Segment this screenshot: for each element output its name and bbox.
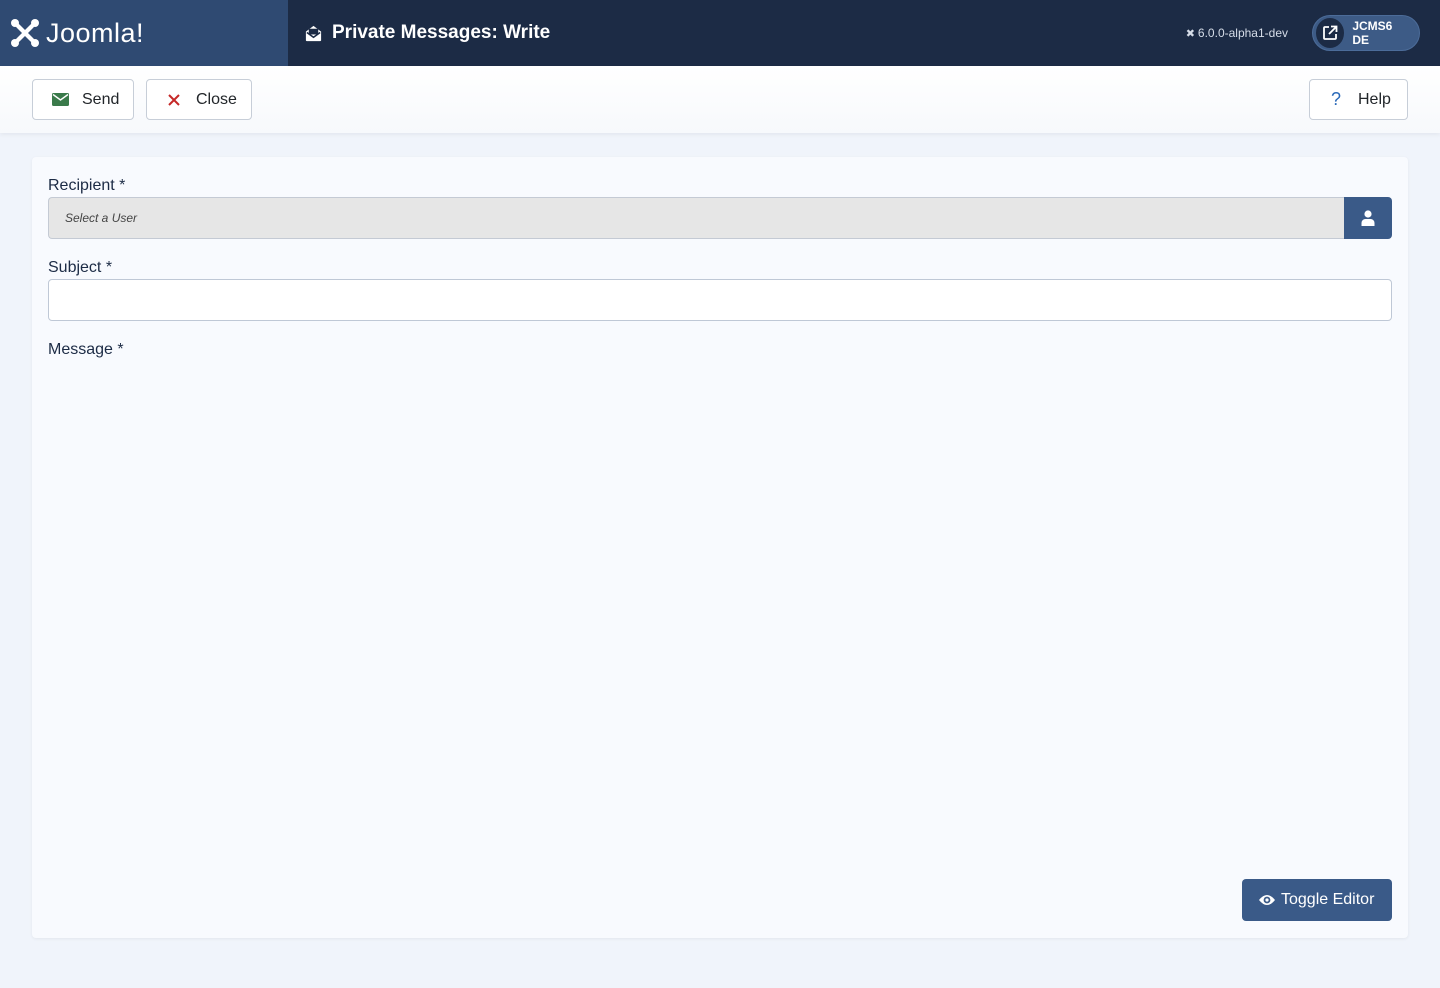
- eye-icon: [1258, 893, 1276, 907]
- page-heading: Private Messages: Write: [304, 22, 1186, 44]
- recipient-field: Select a User: [48, 197, 1392, 239]
- close-x-icon: [165, 93, 183, 106]
- subject-input[interactable]: [48, 279, 1392, 321]
- message-form-card: Recipient * Select a User Subject * Mess…: [32, 157, 1408, 938]
- help-button[interactable]: ? Help: [1309, 79, 1408, 120]
- top-header: Joomla! Private Messages: Write ✖ 6.0.0-…: [0, 0, 1440, 66]
- version-text: 6.0.0-alpha1-dev: [1197, 26, 1288, 40]
- toggle-editor-label: Toggle Editor: [1281, 891, 1375, 908]
- send-button[interactable]: Send: [32, 79, 134, 120]
- view-site-button[interactable]: JCMS6 DE: [1312, 15, 1420, 51]
- joomla-logo-icon: [11, 19, 39, 47]
- joomla-small-icon: ✖: [1185, 27, 1195, 40]
- user-icon: [1361, 210, 1375, 226]
- envelope-open-icon: [305, 25, 322, 41]
- send-label: Send: [82, 90, 120, 108]
- message-label: Message *: [48, 341, 124, 358]
- version-info: ✖ 6.0.0-alpha1-dev: [1186, 26, 1288, 40]
- close-label: Close: [196, 90, 237, 108]
- envelope-icon: [51, 93, 69, 106]
- help-label: Help: [1358, 90, 1391, 108]
- external-link-icon: [1316, 18, 1345, 48]
- message-editor[interactable]: [48, 369, 1392, 869]
- close-button[interactable]: Close: [146, 79, 252, 120]
- recipient-label: Recipient *: [48, 177, 126, 194]
- subject-label: Subject *: [48, 259, 113, 276]
- select-user-button[interactable]: [1344, 197, 1392, 239]
- question-icon: ?: [1330, 89, 1341, 109]
- toggle-editor-button[interactable]: Toggle Editor: [1242, 879, 1392, 921]
- brand-wordmark: Joomla!: [46, 17, 145, 48]
- page-title: Private Messages: Write: [332, 22, 551, 43]
- site-name: JCMS6 DE: [1352, 19, 1393, 47]
- toolbar: Send Close ? Help: [0, 66, 1440, 133]
- brand-logo[interactable]: Joomla!: [0, 0, 288, 66]
- recipient-input[interactable]: Select a User: [48, 197, 1344, 239]
